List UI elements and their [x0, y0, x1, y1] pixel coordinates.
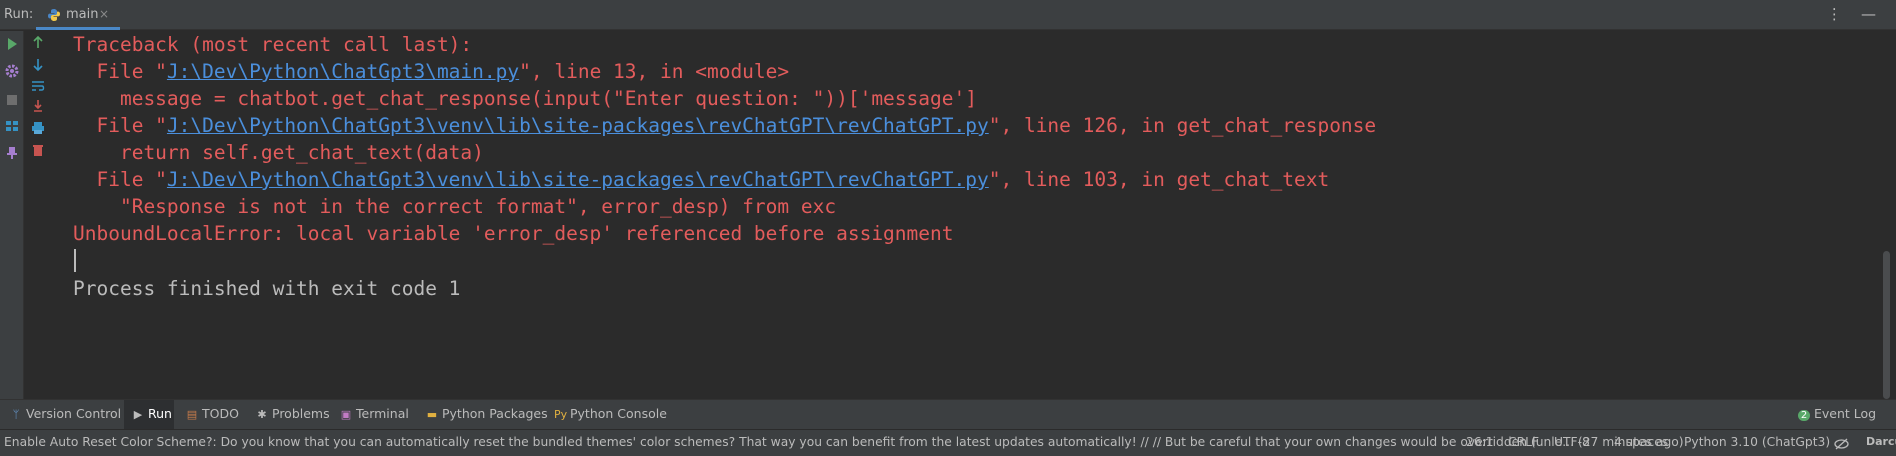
- stop-icon[interactable]: [5, 93, 19, 107]
- run-console-toolbar: [24, 31, 54, 399]
- tool-todo[interactable]: ▤ TODO: [186, 406, 239, 421]
- run-tool-window-header: Run: main × ⋮ —: [0, 0, 1896, 30]
- tab-main[interactable]: main ×: [36, 0, 120, 30]
- tool-event-log[interactable]: 2 Event Log: [1798, 406, 1876, 421]
- tool-python-console[interactable]: Py Python Console: [554, 406, 667, 421]
- python-console-icon: Py: [554, 408, 568, 421]
- more-options-icon[interactable]: ⋮: [1827, 5, 1842, 23]
- print-icon[interactable]: [31, 121, 45, 135]
- status-bar: Enable Auto Reset Color Scheme?: Do you …: [0, 429, 1896, 456]
- status-caret-position[interactable]: 26:1: [1466, 435, 1494, 449]
- layout-icon[interactable]: [5, 119, 19, 133]
- bug-icon: ✱: [257, 408, 267, 421]
- scroll-to-end-icon[interactable]: [31, 99, 45, 113]
- run-icon[interactable]: [5, 37, 19, 51]
- run-icon: ▶: [133, 408, 143, 421]
- tool-run[interactable]: ▶ Run: [132, 406, 172, 421]
- status-interpreter[interactable]: Python 3.10 (ChatGpt3): [1684, 435, 1830, 449]
- tool-terminal[interactable]: ▣ Terminal: [340, 406, 409, 421]
- traceback-code-line: return self.get_chat_text(data): [73, 141, 484, 164]
- file-link[interactable]: J:\Dev\Python\ChatGpt3\venv\lib\site-pac…: [167, 168, 989, 191]
- run-label: Run:: [4, 7, 34, 22]
- terminal-icon: ▣: [340, 408, 352, 421]
- status-encoding[interactable]: UTF-8: [1554, 435, 1590, 449]
- vertical-scrollbar[interactable]: [1883, 251, 1890, 399]
- settings-icon[interactable]: [5, 64, 19, 78]
- status-line-separator[interactable]: CRLF: [1508, 435, 1539, 449]
- status-notification[interactable]: Enable Auto Reset Color Scheme?: Do you …: [4, 435, 1684, 449]
- event-log-badge: 2: [1798, 410, 1810, 421]
- close-icon[interactable]: ×: [99, 7, 109, 21]
- up-arrow-icon[interactable]: [31, 35, 45, 49]
- status-theme[interactable]: Darcula: [1866, 435, 1896, 448]
- traceback-code-line: message = chatbot.get_chat_response(inpu…: [73, 87, 977, 110]
- python-icon: [48, 9, 60, 21]
- tool-problems[interactable]: ✱ Problems: [256, 406, 329, 421]
- run-left-toolbar: [0, 31, 24, 399]
- traceback-header: Traceback (most recent call last):: [73, 33, 473, 56]
- tool-window-bar: ᛘ Version Control ▶ Run ▤ TODO ✱ Problems ▣ T…: [0, 399, 1896, 429]
- soft-wrap-icon[interactable]: [31, 79, 45, 93]
- power-save-icon[interactable]: [1834, 437, 1849, 451]
- traceback-file-line: File "J:\Dev\Python\ChatGpt3\main.py", l…: [73, 60, 790, 83]
- status-indent[interactable]: 4 spaces: [1614, 435, 1668, 449]
- traceback-file-line: File "J:\Dev\Python\ChatGpt3\venv\lib\si…: [73, 168, 1330, 191]
- file-link[interactable]: J:\Dev\Python\ChatGpt3\venv\lib\site-pac…: [167, 114, 989, 137]
- package-icon: ▬: [426, 408, 438, 421]
- pin-icon[interactable]: [5, 146, 19, 160]
- branch-icon: ᛘ: [12, 408, 20, 421]
- down-arrow-icon[interactable]: [31, 58, 45, 72]
- text-caret: [74, 249, 76, 272]
- tab-main-label: main: [66, 7, 99, 22]
- todo-icon: ▤: [186, 408, 198, 421]
- file-link[interactable]: J:\Dev\Python\ChatGpt3\main.py: [167, 60, 519, 83]
- tool-version-control[interactable]: ᛘ Version Control: [10, 406, 121, 421]
- minimize-icon[interactable]: —: [1861, 5, 1876, 23]
- tool-python-packages[interactable]: ▬ Python Packages: [426, 406, 548, 421]
- run-console-output[interactable]: Traceback (most recent call last): File …: [54, 31, 1874, 399]
- error-message: UnboundLocalError: local variable 'error…: [73, 222, 954, 245]
- trash-icon[interactable]: [31, 143, 45, 157]
- traceback-code-line: "Response is not in the correct format",…: [73, 195, 837, 218]
- process-exit-message: Process finished with exit code 1: [73, 277, 461, 300]
- traceback-file-line: File "J:\Dev\Python\ChatGpt3\venv\lib\si…: [73, 114, 1377, 137]
